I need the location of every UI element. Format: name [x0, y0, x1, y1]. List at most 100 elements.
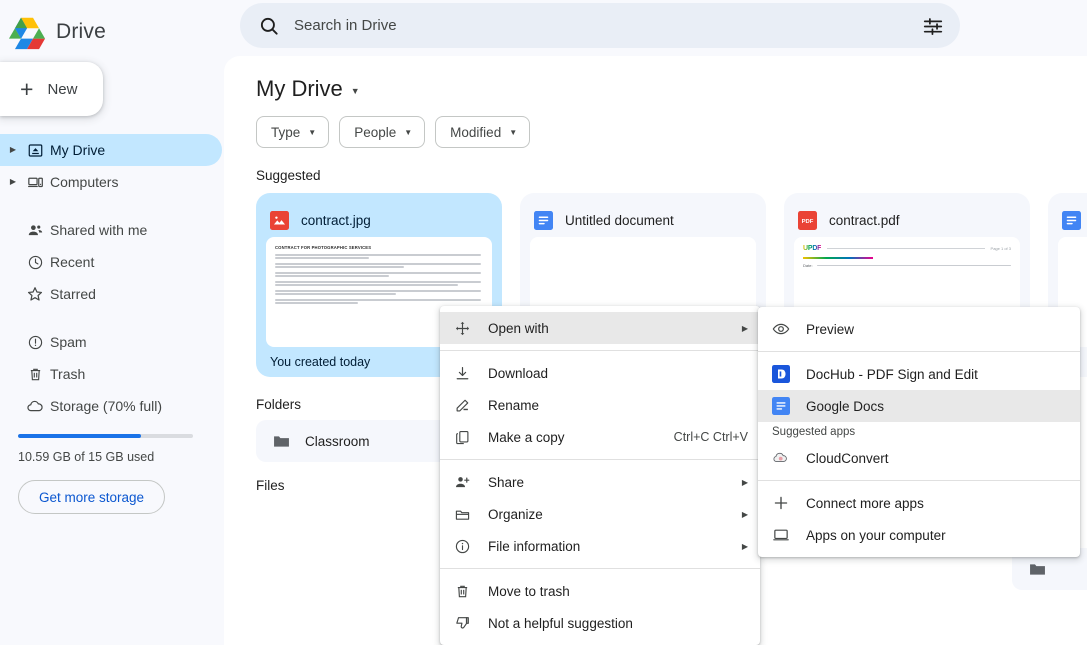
search-icon: [258, 15, 280, 37]
menu-divider: [440, 459, 760, 460]
thumbnail-paragraph: [275, 290, 483, 295]
plus-icon: [772, 494, 806, 512]
thumbnail-paragraph: [275, 272, 483, 277]
tune-icon[interactable]: [922, 15, 944, 37]
image-file-icon: [270, 211, 289, 230]
card-title: contract.pdf: [829, 213, 900, 228]
rename-icon: [454, 397, 488, 414]
menu-item-organize[interactable]: Organize ▶: [440, 498, 760, 530]
submenu-item-label: Google Docs: [806, 399, 1068, 414]
shared-with-me-icon: [20, 222, 50, 239]
menu-item-make-a-copy[interactable]: Make a copy Ctrl+C Ctrl+V: [440, 421, 760, 453]
chevron-down-icon[interactable]: ▼: [351, 86, 360, 96]
menu-item-label: File information: [488, 539, 730, 554]
submenu-item-cloudconvert[interactable]: CloudConvert: [758, 442, 1080, 474]
sidebar-item-spam[interactable]: Spam: [0, 326, 222, 358]
chip-label: Type: [271, 125, 300, 140]
submenu-divider: [758, 351, 1080, 352]
chevron-down-icon: ▼: [509, 128, 517, 137]
submenu-item-label: DocHub - PDF Sign and Edit: [806, 367, 1068, 382]
menu-item-move-to-trash[interactable]: Move to trash: [440, 575, 760, 607]
new-button-label: New: [47, 81, 77, 98]
chevron-right-icon: ▶: [742, 324, 748, 333]
sidebar-item-storage[interactable]: Storage (70% full): [0, 390, 222, 422]
nav-spacer: [0, 198, 240, 214]
submenu-item-preview[interactable]: Preview: [758, 313, 1080, 345]
menu-item-label: Make a copy: [488, 430, 662, 445]
menu-item-not-a-helpful-suggestion[interactable]: Not a helpful suggestion: [440, 607, 760, 639]
submenu-item-label: Connect more apps: [806, 496, 1068, 511]
menu-item-label: Open with: [488, 321, 730, 336]
sidebar-item-shared-with-me[interactable]: Shared with me: [0, 214, 222, 246]
share-icon: [454, 474, 488, 491]
chevron-right-icon[interactable]: ▶: [6, 178, 20, 186]
cloud-icon: [20, 397, 50, 415]
sidebar-item-label: Storage (70% full): [50, 398, 162, 414]
sidebar-nav: ▶ My Drive ▶: [0, 134, 240, 514]
sidebar-item-label: Shared with me: [50, 222, 147, 238]
menu-item-shortcut: Ctrl+C Ctrl+V: [674, 430, 748, 444]
menu-item-rename[interactable]: Rename: [440, 389, 760, 421]
search-input[interactable]: [294, 17, 922, 34]
sidebar-item-trash[interactable]: Trash: [0, 358, 222, 390]
submenu-item-apps-on-your-computer[interactable]: Apps on your computer: [758, 519, 1080, 551]
thumbnail-pdf-header: UPDF Page 1 of 3: [803, 245, 1011, 252]
folder-name: Classroom: [305, 434, 460, 449]
submenu-item-google-docs[interactable]: Google Docs: [758, 390, 1080, 422]
google-docs-icon: [1062, 211, 1081, 230]
new-button[interactable]: + New: [0, 62, 103, 116]
dochub-icon: [772, 365, 806, 383]
menu-item-label: Organize: [488, 507, 730, 522]
sidebar-item-my-drive[interactable]: ▶ My Drive: [0, 134, 222, 166]
brand-title: Drive: [56, 20, 106, 44]
copy-icon: [454, 429, 488, 446]
trash-icon: [454, 583, 488, 600]
sidebar-item-label: Starred: [50, 286, 96, 302]
chip-label: Modified: [450, 125, 501, 140]
menu-divider: [440, 568, 760, 569]
google-docs-icon: [534, 211, 553, 230]
page-header: My Drive ▼: [224, 56, 1087, 102]
thumbnail-rainbow-rule: [803, 257, 873, 259]
google-drive-logo-icon: [8, 13, 46, 51]
submenu-item-connect-more-apps[interactable]: Connect more apps: [758, 487, 1080, 519]
open-with-icon: [454, 320, 488, 337]
sidebar-item-computers[interactable]: ▶ Computers: [0, 166, 222, 198]
sidebar-item-label: Computers: [50, 174, 118, 190]
submenu-item-label: Preview: [806, 322, 1068, 337]
chevron-right-icon: ▶: [742, 510, 748, 519]
filter-chip-type[interactable]: Type ▼: [256, 116, 329, 148]
filter-chips: Type ▼ People ▼ Modified ▼: [224, 102, 1087, 148]
sidebar-item-label: Spam: [50, 334, 87, 350]
menu-divider: [440, 350, 760, 351]
storage-progress-track: [18, 434, 193, 438]
chevron-right-icon[interactable]: ▶: [6, 146, 20, 154]
menu-item-file-information[interactable]: File information ▶: [440, 530, 760, 562]
card-header: contract.jpg: [266, 203, 492, 237]
get-more-storage-button[interactable]: Get more storage: [18, 480, 165, 514]
context-menu: Open with ▶ Download Rename: [440, 306, 760, 645]
open-with-submenu: Preview DocHub - PDF Sign and Edit: [758, 307, 1080, 557]
sidebar-item-label: My Drive: [50, 142, 105, 158]
chevron-down-icon: ▼: [308, 128, 316, 137]
pdf-file-icon: PDF: [798, 211, 817, 230]
clock-icon: [20, 254, 50, 271]
menu-item-open-with[interactable]: Open with ▶: [440, 312, 760, 344]
menu-item-download[interactable]: Download: [440, 357, 760, 389]
cloudconvert-icon: [772, 449, 806, 467]
organize-icon: [454, 506, 488, 523]
menu-item-share[interactable]: Share ▶: [440, 466, 760, 498]
thumbnail-paragraph: [275, 263, 483, 268]
sidebar-item-label: Trash: [50, 366, 85, 382]
sidebar-item-recent[interactable]: Recent: [0, 246, 222, 278]
topbar: [240, 0, 1087, 56]
sidebar-item-starred[interactable]: Starred: [0, 278, 222, 310]
search-bar[interactable]: [240, 3, 960, 48]
download-icon: [454, 365, 488, 382]
card-header: Untitled document: [530, 203, 756, 237]
folder-icon: [272, 432, 291, 451]
thumbnail-heading: CONTRACT FOR PHOTOGRAPHIC SERVICES: [275, 245, 483, 250]
filter-chip-modified[interactable]: Modified ▼: [435, 116, 530, 148]
submenu-item-dochub[interactable]: DocHub - PDF Sign and Edit: [758, 358, 1080, 390]
filter-chip-people[interactable]: People ▼: [339, 116, 425, 148]
